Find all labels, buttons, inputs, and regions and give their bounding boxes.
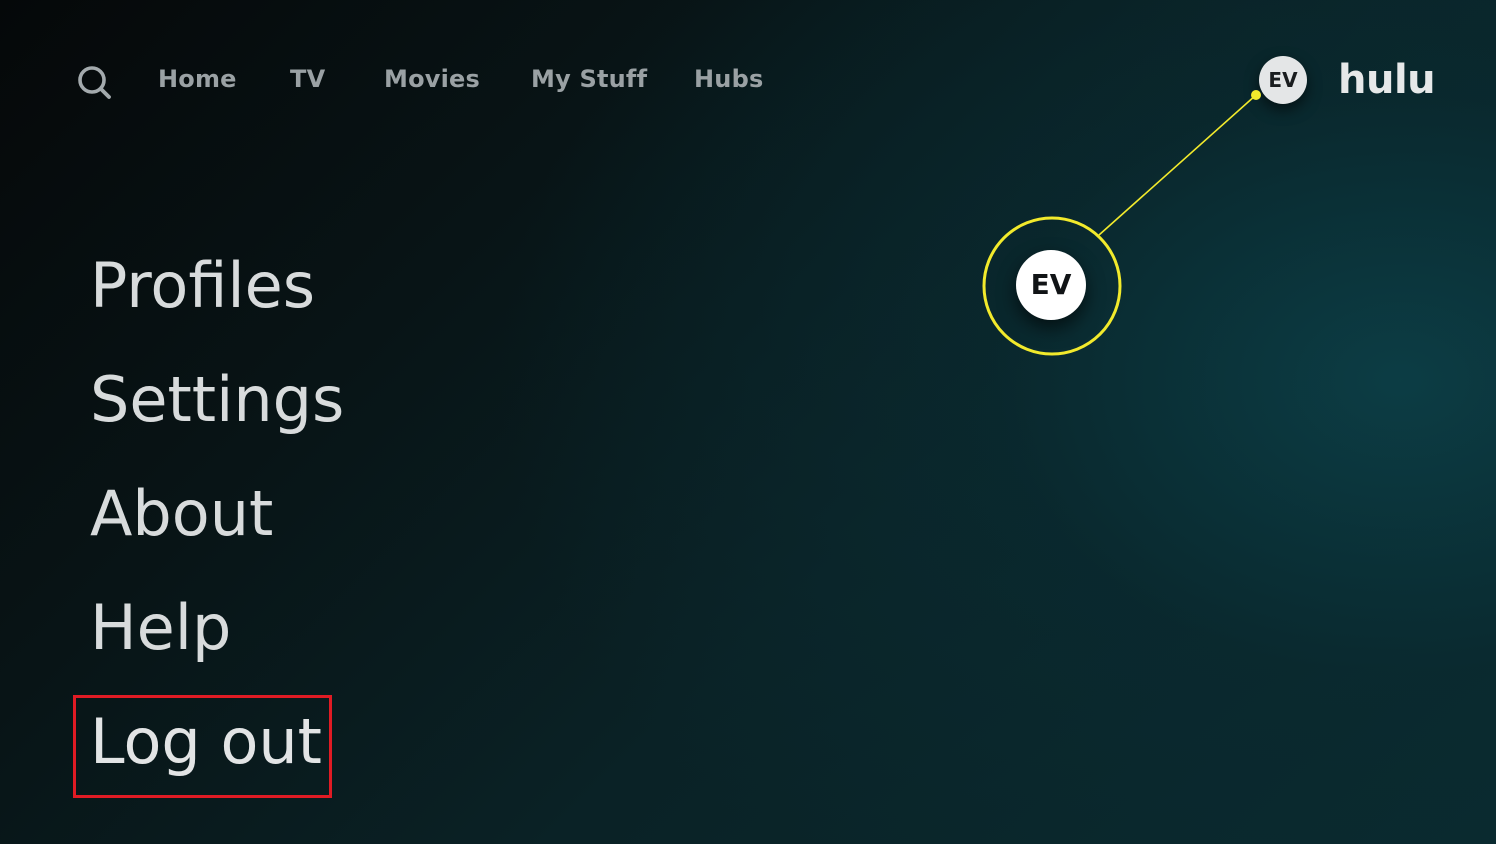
callout-avatar-zoom: EV	[1016, 250, 1086, 320]
nav-item-home[interactable]: Home	[158, 62, 237, 96]
nav-item-tv[interactable]: TV	[290, 62, 325, 96]
menu-item-profiles[interactable]: Profiles	[90, 246, 315, 326]
profile-avatar-button[interactable]: EV	[1259, 56, 1307, 104]
menu-item-about[interactable]: About	[90, 474, 273, 554]
search-icon[interactable]	[74, 62, 114, 102]
nav-item-hubs[interactable]: Hubs	[694, 62, 763, 96]
menu-item-settings[interactable]: Settings	[90, 360, 344, 440]
top-navigation: Home TV Movies My Stuff Hubs EV hulu	[0, 0, 1496, 160]
nav-item-movies[interactable]: Movies	[384, 62, 480, 96]
menu-item-help[interactable]: Help	[90, 588, 231, 668]
hulu-logo: hulu	[1338, 57, 1436, 103]
nav-item-my-stuff[interactable]: My Stuff	[531, 62, 647, 96]
menu-item-log-out[interactable]: Log out	[90, 702, 322, 782]
